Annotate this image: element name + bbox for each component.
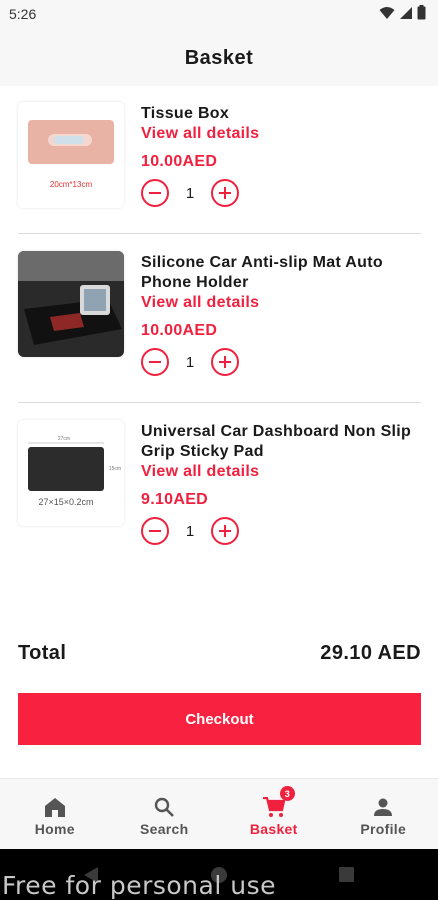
tissue-box-image[interactable]: 20cm*13cm — [18, 102, 124, 208]
nav-item-search[interactable]: Search — [110, 779, 220, 849]
wifi-icon — [379, 6, 395, 19]
divider — [18, 402, 421, 403]
person-icon — [371, 795, 395, 819]
nav-label-search: Search — [140, 821, 189, 837]
quantity-stepper: 1 — [141, 516, 421, 546]
divider — [18, 233, 421, 234]
nav-label-profile: Profile — [360, 821, 407, 837]
nav-item-basket[interactable]: 3 Basket — [219, 779, 329, 849]
item-name: Silicone Car Anti-slip Mat Auto Phone Ho… — [141, 254, 383, 291]
view-details-link[interactable]: View all details — [141, 462, 421, 482]
dashboard-pad-picture: 27cm 15cm 27×15×0.2cm — [18, 420, 124, 526]
total-value: 29.10 AED — [320, 642, 421, 664]
pad-height-label: 15cm — [109, 466, 121, 472]
status-bar: 5:26 — [0, 0, 438, 30]
recents-icon[interactable] — [339, 867, 354, 882]
page-title: Basket — [184, 46, 254, 69]
nav-label-home: Home — [34, 821, 75, 837]
item-info: Tissue Box View all details 10.00AED 1 — [141, 104, 421, 208]
total-label: Total — [18, 642, 67, 664]
item-info: Silicone Car Anti-slip Mat Auto Phone Ho… — [141, 253, 421, 377]
view-details-link[interactable]: View all details — [141, 293, 421, 313]
view-details-link[interactable]: View all details — [141, 124, 421, 144]
item-price: 10.00AED — [141, 322, 218, 339]
search-icon — [152, 795, 176, 819]
quantity-stepper: 1 — [141, 347, 421, 377]
nav-item-home[interactable]: Home — [0, 779, 110, 849]
app-header: Basket — [0, 30, 438, 86]
dashboard-pad-image[interactable]: 27cm 15cm 27×15×0.2cm — [18, 420, 124, 526]
cart-count-badge: 3 — [279, 786, 295, 801]
back-icon[interactable] — [84, 867, 98, 883]
decrease-quantity-button[interactable] — [141, 348, 169, 376]
decrease-quantity-button[interactable] — [141, 517, 169, 545]
nav-label-basket: Basket — [249, 821, 298, 837]
home-icon — [43, 795, 67, 819]
battery-icon — [417, 5, 426, 20]
phone-mat-image[interactable] — [18, 251, 124, 357]
item-name: Universal Car Dashboard Non Slip Grip St… — [141, 423, 412, 460]
nav-item-profile[interactable]: Profile — [329, 779, 438, 849]
pad-width-label: 27cm — [58, 436, 70, 442]
quantity-value: 1 — [185, 184, 195, 202]
tissue-box-size-label: 20cm*13cm — [50, 180, 93, 189]
item-name: Tissue Box — [141, 105, 230, 122]
signal-icon — [400, 6, 412, 19]
home-button-icon[interactable] — [211, 867, 227, 883]
phone-mat-picture — [18, 251, 124, 357]
status-time: 5:26 — [9, 6, 37, 22]
bottom-nav: Home Search 3 Basket Profile — [0, 778, 438, 849]
quantity-stepper: 1 — [141, 178, 421, 208]
decrease-quantity-button[interactable] — [141, 179, 169, 207]
tissue-box-picture: 20cm*13cm — [18, 102, 124, 208]
item-info: Universal Car Dashboard Non Slip Grip St… — [141, 422, 421, 546]
total-row: Total 29.10 AED — [18, 642, 421, 665]
pad-size-label: 27×15×0.2cm — [38, 497, 93, 507]
watermark: Free for personal use — [2, 871, 276, 900]
quantity-value: 1 — [185, 353, 195, 371]
cart-icon: 3 — [262, 786, 295, 819]
status-icons — [379, 5, 426, 20]
quantity-value: 1 — [185, 522, 195, 540]
item-price: 9.10AED — [141, 491, 209, 508]
increase-quantity-button[interactable] — [211, 179, 239, 207]
increase-quantity-button[interactable] — [211, 517, 239, 545]
item-price: 10.00AED — [141, 153, 218, 170]
increase-quantity-button[interactable] — [211, 348, 239, 376]
system-nav-bar: Free for personal use — [0, 849, 438, 900]
checkout-button[interactable]: Checkout — [18, 693, 421, 745]
